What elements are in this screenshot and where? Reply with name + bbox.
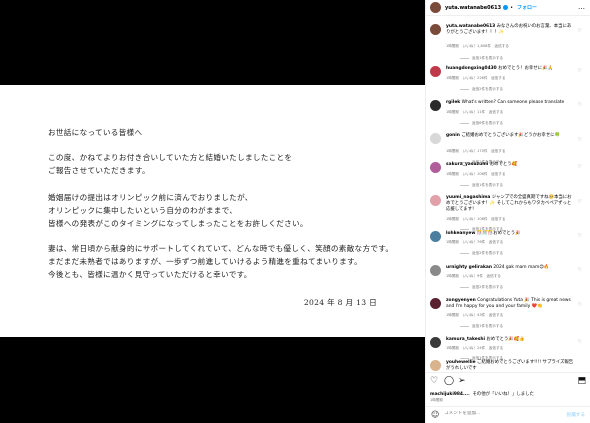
post-media[interactable]: お世話になっている皆様へ この度、かねてよりお付き合いしていた方と結婚いたしまし… <box>0 0 425 423</box>
avatar[interactable] <box>430 162 441 173</box>
letter-line: 皆様への発表がこのタイミングになってしまったことをお許しください。 <box>48 219 308 228</box>
comment-username[interactable]: lohkeanyew <box>446 231 475 236</box>
comment-username[interactable]: yuumi_nagashima <box>446 195 490 200</box>
emoji-icon[interactable]: ☺ <box>431 410 439 419</box>
like-comment-icon[interactable]: ♡ <box>578 68 582 74</box>
comments-panel: yuta.watanabe0613 • フォロー … yuta.watanabe… <box>425 0 590 423</box>
view-replies-button[interactable]: 返信1件を表示する <box>460 324 503 329</box>
comment-text: おめでとう🎉🥰👍 <box>486 337 525 342</box>
avatar[interactable] <box>430 195 441 206</box>
letter-date: 2024 年 8 月 13 日 <box>303 298 377 307</box>
follow-button[interactable]: フォロー <box>517 4 537 11</box>
comment-text: おめでとう🥰 <box>489 162 518 167</box>
avatar[interactable] <box>430 2 441 13</box>
comment-username[interactable]: gonin <box>446 133 460 138</box>
letter-line: 婚姻届けの提出はオリンピック前に済んでおりましたが、 <box>48 193 253 202</box>
view-replies-button[interactable]: 返信6件を表示する <box>460 121 503 126</box>
letter-line: 妻は、常日頃から献身的にサポートしてくれていて、どんな時でも優しく、笑顔の素敵な… <box>48 244 394 253</box>
likes-text: その他が「いいね！」しました <box>472 392 534 397</box>
comment-username[interactable]: sakura_yasuzumi <box>446 162 488 167</box>
avatar[interactable] <box>430 100 441 111</box>
letter-line: 今後とも、皆様に温かく見守っていただけると幸いです。 <box>48 270 252 279</box>
comment-username[interactable]: rgilek <box>446 100 460 105</box>
separator-dot: • <box>510 4 514 11</box>
comment-meta[interactable]: 1時間前 いいね！43件 返信する <box>446 313 503 318</box>
comment-meta[interactable]: 1時間前 いいね！1,808件 返信する <box>446 44 509 49</box>
letter-line: オリンピックに集中したいという自分のわがままで、 <box>48 206 238 215</box>
like-comment-icon[interactable]: ♡ <box>578 28 582 34</box>
comment-icon[interactable]: ◯ <box>444 376 454 386</box>
comment-text: 2024 gak mam mam😍🔥 <box>493 265 550 270</box>
verified-badge-icon <box>503 5 509 10</box>
view-replies-button[interactable]: 返信2件を表示する <box>460 251 503 256</box>
avatar[interactable] <box>430 24 441 35</box>
comment-username[interactable]: zongyenyen <box>446 298 476 303</box>
more-options-icon[interactable]: … <box>578 3 585 11</box>
like-comment-icon[interactable]: ♡ <box>578 164 582 170</box>
avatar[interactable] <box>430 66 441 77</box>
like-comment-icon[interactable]: ♡ <box>578 102 582 108</box>
letter-line: この度、かねてよりお付き合いしていた方と結婚いたしましたことを <box>48 153 293 162</box>
header-username[interactable]: yuta.watanabe0613 <box>445 5 501 11</box>
liker-username[interactable]: machijuki984... <box>430 392 468 397</box>
view-replies-button[interactable]: 返信1件を表示する <box>460 56 503 61</box>
comment-input[interactable] <box>444 411 554 416</box>
letter-line: ご報告させていただきます。 <box>48 166 150 175</box>
comment-username[interactable]: kamura_takeshi <box>446 337 485 342</box>
comment-text: おめでとう！お幸せに🎉🙏 <box>498 66 553 71</box>
comment-username[interactable]: yuta.watanabe0613 <box>446 24 495 29</box>
comment-username[interactable]: urnighty gelirakan <box>446 265 492 270</box>
avatar[interactable] <box>430 298 441 309</box>
avatar[interactable] <box>430 265 441 276</box>
comment-meta[interactable]: 1時間前 いいね！76件 返信する <box>446 240 503 245</box>
letter-line: まだまだ未熟者ではありますが、一歩ずつ前進していけるよう精進を重ねてまいります。 <box>48 257 363 266</box>
post-actions: ♡ ◯ ➢ ⬒ <box>426 372 590 388</box>
comment-meta[interactable]: 1時間前 いいね！108件 返信する <box>446 217 505 222</box>
avatar[interactable] <box>430 231 441 242</box>
like-comment-icon[interactable]: ♡ <box>578 339 582 345</box>
comment-meta[interactable]: 1時間前 いいね！24件 返信する <box>446 346 503 351</box>
comment-meta[interactable]: 1時間前 いいね！170件 返信する <box>446 149 505 154</box>
post-header: yuta.watanabe0613 • フォロー … <box>426 0 590 16</box>
letter-greeting: お世話になっている皆様へ <box>48 128 143 137</box>
like-comment-icon[interactable]: ♡ <box>578 267 582 273</box>
share-icon[interactable]: ➢ <box>458 376 466 386</box>
like-comment-icon[interactable]: ♡ <box>578 302 582 308</box>
like-icon[interactable]: ♡ <box>430 376 438 386</box>
comment-meta[interactable]: 1時間前 いいね！106件 返信する <box>446 172 505 177</box>
like-comment-icon[interactable]: ♡ <box>578 137 582 143</box>
post-comment-button[interactable]: 投稿する <box>567 412 585 418</box>
avatar[interactable] <box>430 360 441 371</box>
comment-text: What's written? Can someone please trans… <box>461 100 565 105</box>
announcement-letter: お世話になっている皆様へ この度、かねてよりお付き合いしていた方と結婚いたしまし… <box>0 85 425 337</box>
likes-summary[interactable]: machijuki984...、その他が「いいね！」しました <box>430 391 534 397</box>
comment-text: ご結婚おめでとうございます🎉どうかお幸せに🍀 <box>461 133 561 138</box>
comment-composer: ☺ 投稿する <box>426 406 590 423</box>
view-replies-button[interactable]: 返信2件を表示する <box>460 87 503 92</box>
comment-meta[interactable]: 1時間前 いいね！226件 返信する <box>446 76 505 81</box>
avatar[interactable] <box>430 337 441 348</box>
save-icon[interactable]: ⬒ <box>577 376 586 386</box>
comment-username[interactable]: youhewellie <box>446 360 476 365</box>
like-comment-icon[interactable]: ♡ <box>578 233 582 239</box>
comment-meta[interactable]: 1時間前 いいね！11件 返信する <box>446 110 503 115</box>
comment-meta[interactable]: 1時間前 いいね！9件 返信する <box>446 274 501 279</box>
post-timestamp[interactable]: 1時間前 <box>430 398 443 403</box>
comment-text: 🎊🎊🎊おめでとう🎉 <box>476 231 521 236</box>
comment-username[interactable]: huangdongxing0430 <box>446 66 497 71</box>
like-comment-icon[interactable]: ♡ <box>578 199 582 205</box>
view-replies-button[interactable]: 返信1件を表示する <box>460 183 503 188</box>
view-replies-button[interactable]: 返信2件を表示する <box>460 285 503 290</box>
avatar[interactable] <box>430 133 441 144</box>
